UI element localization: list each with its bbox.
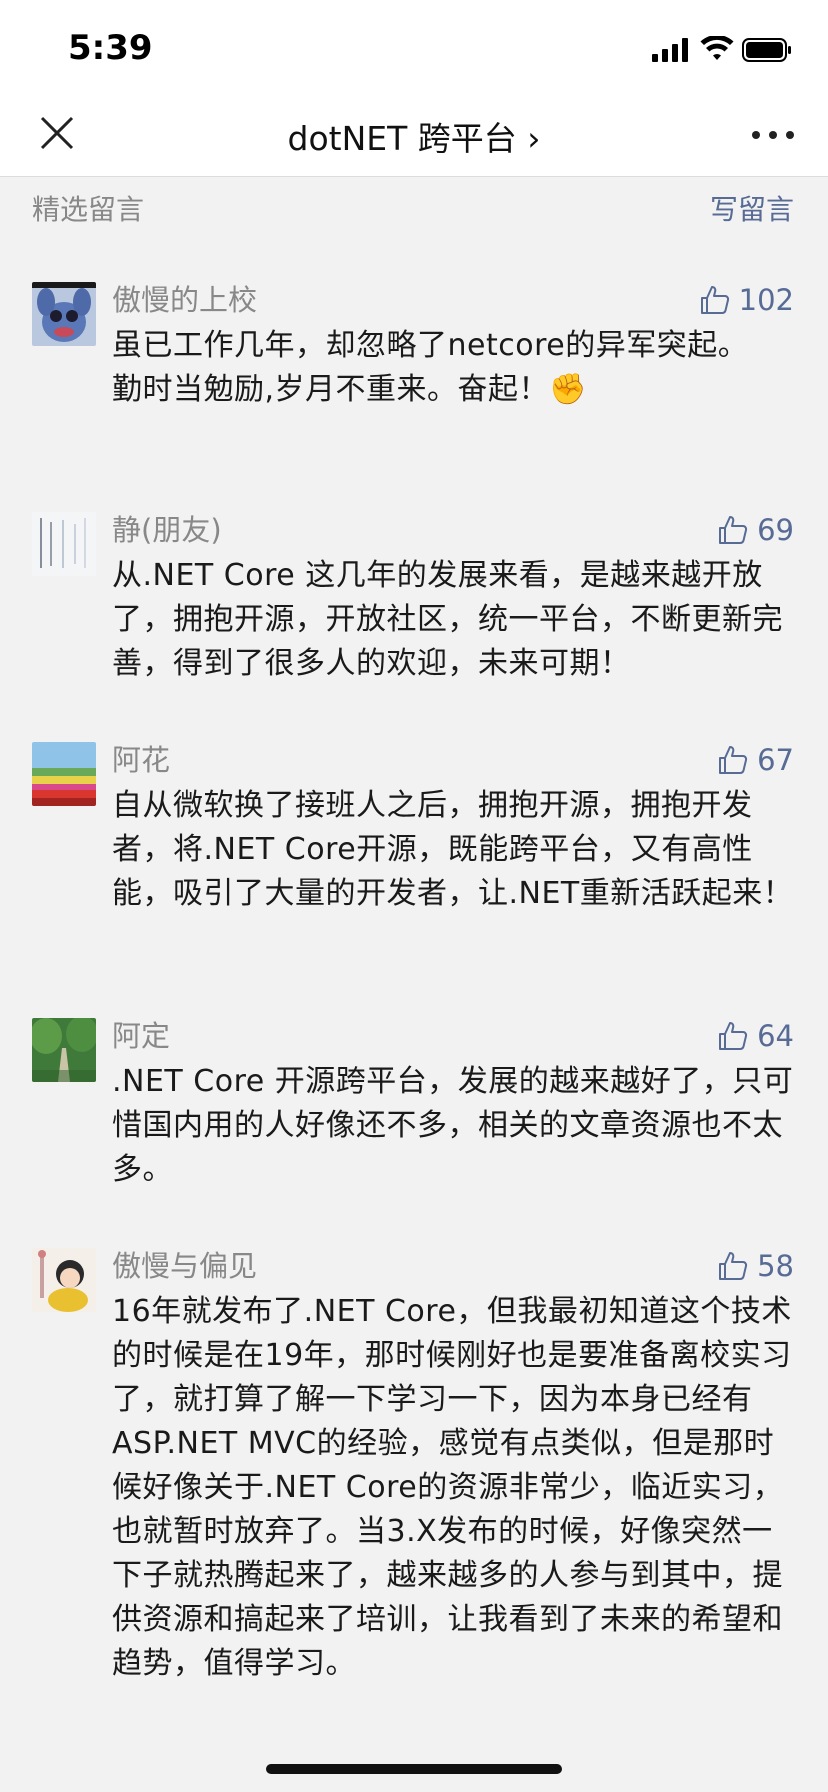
cellular-signal-icon [652, 38, 688, 62]
like-count: 102 [738, 283, 794, 317]
battery-icon [742, 38, 791, 62]
like-count: 58 [757, 1249, 794, 1283]
comment-nickname: 傲慢与偏见 [112, 1249, 258, 1283]
like-button[interactable]: 58 [717, 1248, 794, 1284]
comment-text-line: .NET Core 开源跨平台，发展的越来越好了，只可惜国内用的人好像还不多，相… [112, 1064, 794, 1187]
flower-field-avatar[interactable] [32, 742, 96, 806]
comment-text: 自从微软换了接班人之后，拥抱开源，拥抱开发者，将.NET Core开源，既能跨平… [112, 784, 796, 916]
comment-text-line: 勤时当勉励,岁月不重来。奋起！✊ [112, 372, 587, 407]
comment-nickname: 阿定 [112, 1019, 171, 1053]
comment-text-line: 虽已工作几年，却忽略了netcore的异军突起。 [112, 328, 749, 363]
like-count: 69 [757, 513, 794, 547]
like-button[interactable]: 67 [717, 742, 794, 778]
featured-comments-title: 精选留言 [32, 193, 145, 226]
like-button[interactable]: 102 [699, 282, 794, 318]
comment-text-line: 自从微软换了接班人之后，拥抱开源，拥抱开发者，将.NET Core开源，既能跨平… [112, 788, 794, 911]
account-title-link[interactable]: dotNET 跨平台 › [0, 112, 828, 160]
comment-item: 傲慢的上校 102 虽已工作几年，却忽略了netcore的异军突起。 勤时当勉励… [0, 282, 828, 462]
cartoon-girl-avatar[interactable] [32, 1248, 96, 1312]
comment-item: 阿定 64 .NET Core 开源跨平台，发展的越来越好了，只可惜国内用的人好… [0, 1018, 828, 1198]
thumbs-up-icon [700, 286, 729, 314]
nav-bar: dotNET 跨平台 › [0, 100, 828, 177]
comment-text-line: 从.NET Core 这几年的发展来看，是越来越开放了，拥抱开源，开放社区，统一… [112, 558, 783, 681]
thumbs-up-icon [719, 746, 748, 774]
comment-nickname: 阿花 [112, 743, 171, 777]
status-bar: 5:39 [0, 0, 828, 100]
like-button[interactable]: 64 [717, 1018, 794, 1054]
comment-text: 从.NET Core 这几年的发展来看，是越来越开放了，拥抱开源，开放社区，统一… [112, 554, 796, 686]
comment-text: .NET Core 开源跨平台，发展的越来越好了，只可惜国内用的人好像还不多，相… [112, 1060, 796, 1192]
like-count: 67 [757, 743, 794, 777]
comment-item: 傲慢与偏见 58 16年就发布了.NET Core，但我最初知道这个技术的时候是… [0, 1248, 828, 1748]
comment-item: 阿花 67 自从微软换了接班人之后，拥抱开源，拥抱开发者，将.NET Core开… [0, 742, 828, 962]
comment-nickname: 傲慢的上校 [112, 283, 258, 317]
like-count: 64 [757, 1019, 794, 1053]
comment-item: 静(朋友) 69 从.NET Core 这几年的发展来看，是越来越开放了，拥抱开… [0, 512, 828, 692]
home-indicator[interactable] [266, 1764, 562, 1774]
like-button[interactable]: 69 [717, 512, 794, 548]
comment-text: 虽已工作几年，却忽略了netcore的异军突起。 勤时当勉励,岁月不重来。奋起！… [112, 324, 796, 412]
write-comment-button[interactable]: 写留言 [710, 188, 794, 228]
more-options-icon[interactable] [748, 120, 798, 150]
wifi-icon [700, 36, 734, 60]
stitch-avatar[interactable] [32, 282, 96, 346]
forest-road-avatar[interactable] [32, 1018, 96, 1082]
calligraphy-avatar[interactable] [32, 512, 96, 576]
thumbs-up-icon [719, 1252, 748, 1280]
comment-text-line: 16年就发布了.NET Core，但我最初知道这个技术的时候是在19年，那时候刚… [112, 1294, 792, 1681]
thumbs-up-icon [719, 1022, 748, 1050]
comment-nickname: 静(朋友) [112, 513, 222, 547]
thumbs-up-icon [719, 516, 748, 544]
status-time: 5:39 [68, 28, 153, 68]
comment-text: 16年就发布了.NET Core，但我最初知道这个技术的时候是在19年，那时候刚… [112, 1290, 796, 1686]
